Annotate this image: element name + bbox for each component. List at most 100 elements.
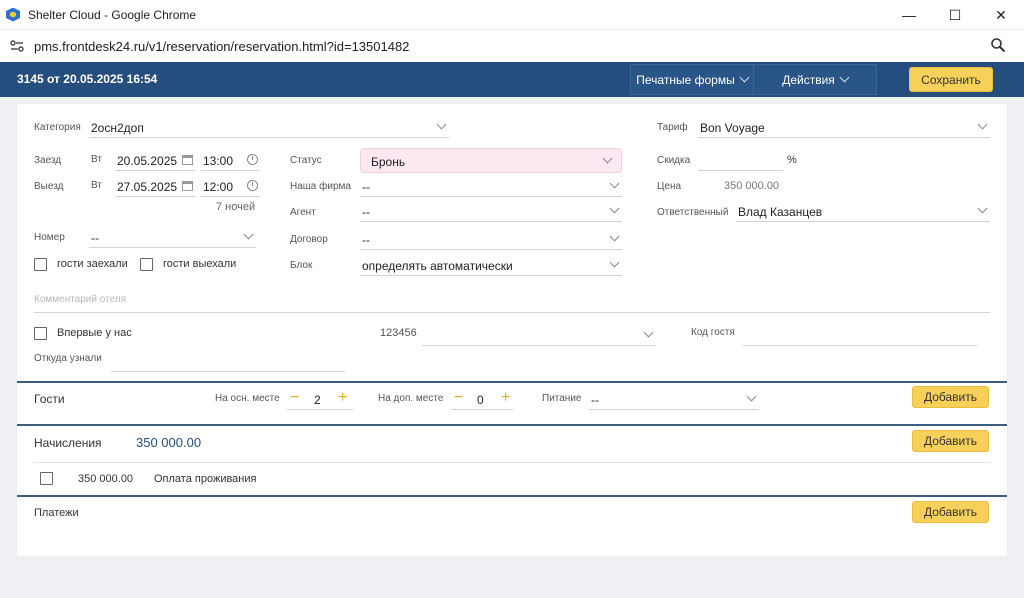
meals-label: Питание [542, 393, 582, 404]
our-company-value: -- [362, 180, 370, 194]
departure-date-input[interactable]: 27.05.2025 [115, 175, 195, 197]
status-label: Статус [290, 155, 322, 166]
table-row[interactable]: 350 000.00 Оплата проживания [34, 466, 990, 492]
chevron-down-icon [643, 327, 654, 338]
charges-total: 350 000.00 [136, 435, 202, 450]
row-divider [34, 462, 990, 463]
arrival-date-input[interactable]: 20.05.2025 [115, 149, 195, 171]
guest-code-label: Код гостя [691, 327, 735, 338]
nights-count: 7 ночей [216, 201, 256, 213]
category-value: 2осн2доп [91, 121, 144, 135]
guests-checked-out-label: гости выехали [163, 258, 237, 270]
add-charge-button[interactable]: Добавить [912, 430, 989, 452]
print-forms-label: Печатные формы [636, 72, 735, 87]
zoom-icon[interactable] [990, 37, 1008, 55]
hotel-comment-input[interactable]: Комментарий отеля [34, 288, 990, 313]
block-value: определять автоматически [362, 259, 513, 273]
reservation-form: Категория 2осн2доп Заезд Вт 20.05.2025 1… [17, 104, 1007, 556]
clock-icon[interactable] [247, 154, 258, 165]
guests-checked-in-checkbox[interactable] [34, 258, 47, 271]
calendar-icon[interactable] [182, 155, 193, 165]
tariff-label: Тариф [657, 122, 688, 133]
meals-select[interactable]: -- [589, 388, 759, 410]
room-label: Номер [34, 232, 65, 243]
tariff-select[interactable]: Bon Voyage [698, 116, 990, 138]
charge-row-checkbox[interactable] [40, 472, 53, 485]
arrival-label: Заезд [34, 155, 62, 166]
our-company-select[interactable]: -- [360, 175, 622, 197]
chevron-down-icon [977, 203, 988, 214]
clock-icon[interactable] [247, 180, 258, 191]
category-label: Категория [34, 122, 81, 133]
meals-value: -- [591, 393, 599, 407]
charge-amount: 350 000.00 [78, 473, 134, 485]
guest-code-input[interactable] [743, 324, 977, 346]
guests-checked-out-checkbox[interactable] [140, 258, 153, 271]
chevron-down-icon [977, 119, 988, 130]
where-heard-input[interactable] [111, 350, 345, 372]
print-forms-button[interactable]: Печатные формы [631, 65, 753, 94]
window-title: Shelter Cloud - Google Chrome [28, 7, 197, 22]
departure-time-value: 12:00 [203, 180, 234, 194]
room-value: -- [91, 231, 99, 245]
maximize-button[interactable]: ☐ [932, 0, 978, 30]
extra-places-label: На доп. месте [378, 393, 444, 404]
charge-description: Оплата проживания [154, 473, 257, 485]
section-divider [17, 424, 1007, 426]
arrival-date-value: 20.05.2025 [117, 154, 178, 168]
extra-places-value: 0 [477, 393, 484, 407]
url-text[interactable]: pms.frontdesk24.ru/v1/reservation/reserv… [34, 39, 409, 54]
section-divider [17, 381, 1007, 383]
chevron-down-icon [839, 72, 850, 83]
discount-input[interactable] [698, 149, 783, 171]
calendar-icon[interactable] [182, 181, 193, 191]
status-value: Бронь [371, 155, 406, 169]
extra-places-increment-button[interactable]: + [501, 390, 510, 406]
where-heard-label: Откуда узнали [34, 353, 102, 364]
departure-date-value: 27.05.2025 [117, 180, 178, 194]
hotel-comment-placeholder: Комментарий отеля [34, 294, 127, 305]
save-button[interactable]: Сохранить [909, 67, 993, 92]
first-time-checkbox[interactable] [34, 327, 47, 340]
discount-unit: % [787, 154, 797, 166]
main-places-increment-button[interactable]: + [338, 390, 347, 406]
close-button[interactable]: ✕ [978, 0, 1024, 30]
payments-section-title: Платежи [34, 507, 79, 519]
minimize-button[interactable]: — [886, 0, 932, 30]
block-select[interactable]: определять автоматически [360, 254, 622, 276]
status-select[interactable]: Бронь [360, 148, 622, 173]
departure-time-input[interactable]: 12:00 [201, 175, 260, 197]
chevron-down-icon [609, 257, 620, 268]
category-select[interactable]: 2осн2доп [89, 116, 449, 138]
actions-label: Действия [782, 72, 835, 87]
arrival-time-input[interactable]: 13:00 [201, 149, 260, 171]
agent-select[interactable]: -- [360, 200, 622, 222]
reservation-title: 3145 от 20.05.2025 16:54 [17, 72, 158, 86]
responsible-value: Влад Казанцев [738, 205, 823, 219]
agent-value: -- [362, 205, 370, 219]
actions-button[interactable]: Действия [753, 65, 876, 94]
guests-section-title: Гости [34, 392, 65, 406]
chevron-down-icon [602, 153, 613, 164]
arrival-time-value: 13:00 [203, 154, 234, 168]
responsible-select[interactable]: Влад Казанцев [736, 200, 990, 222]
room-select[interactable]: -- [89, 226, 256, 248]
source-code-label: 123456 [380, 327, 417, 339]
contract-select[interactable]: -- [360, 228, 622, 250]
departure-label: Выезд [34, 181, 64, 192]
shelter-cloud-app-icon [6, 7, 20, 22]
responsible-label: Ответственный [657, 207, 729, 218]
reservation-header: 3145 от 20.05.2025 16:54 Печатные формы … [0, 62, 1024, 97]
add-payment-button[interactable]: Добавить [912, 501, 989, 523]
arrival-weekday: Вт [91, 154, 102, 165]
section-divider [17, 495, 1007, 497]
price-label: Цена [657, 181, 682, 192]
add-guest-button[interactable]: Добавить [912, 386, 989, 408]
chevron-down-icon [243, 229, 254, 240]
charges-section-title: Начисления [34, 436, 102, 450]
chevron-down-icon [436, 119, 447, 130]
address-bar: pms.frontdesk24.ru/v1/reservation/reserv… [0, 30, 1024, 62]
site-settings-icon[interactable] [8, 37, 26, 55]
source-select[interactable] [422, 324, 656, 346]
tariff-value: Bon Voyage [700, 121, 765, 135]
